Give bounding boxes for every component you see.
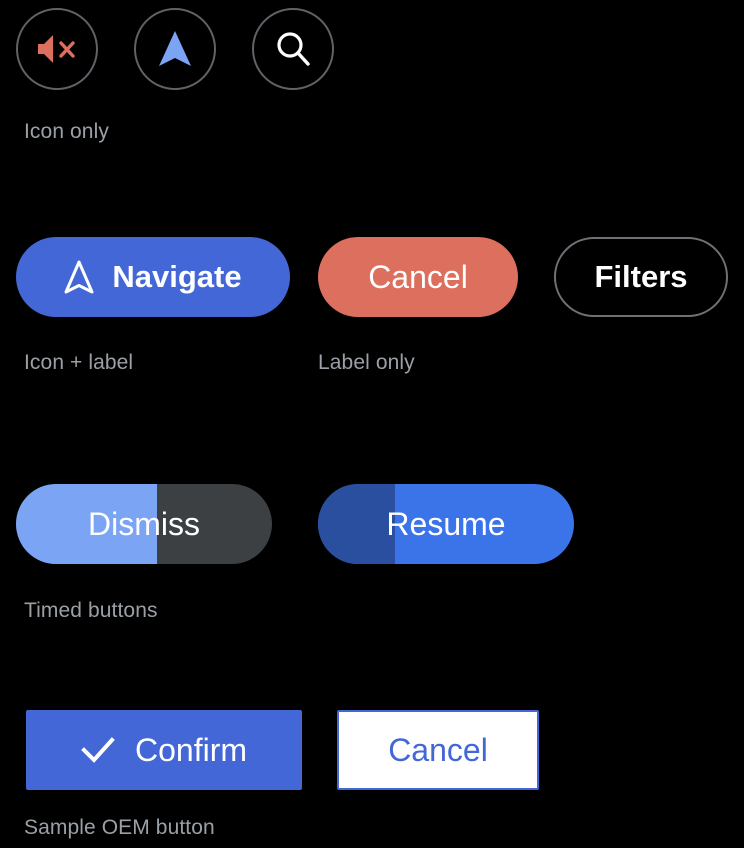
icon-button-navigate[interactable] xyxy=(134,8,216,90)
resume-timed-button[interactable]: Resume xyxy=(318,484,574,564)
confirm-button-label: Confirm xyxy=(134,731,247,768)
oem-cancel-button[interactable]: Cancel xyxy=(337,710,539,790)
navigation-arrow-icon xyxy=(157,29,193,69)
section-label-timed-buttons: Timed buttons xyxy=(24,599,158,622)
cancel-pill-button[interactable]: Cancel xyxy=(318,237,518,317)
dismiss-button-label: Dismiss xyxy=(88,505,200,542)
navigate-button-label: Navigate xyxy=(112,259,242,294)
oem-cancel-button-label: Cancel xyxy=(388,731,488,768)
volume-mute-icon xyxy=(35,32,79,66)
filters-button-label: Filters xyxy=(594,259,688,294)
dismiss-timed-button[interactable]: Dismiss xyxy=(16,484,272,564)
filters-button[interactable]: Filters xyxy=(554,237,728,317)
navigation-arrow-outline-icon xyxy=(64,259,94,295)
search-icon xyxy=(274,30,312,68)
section-label-icon-only: Icon only xyxy=(24,120,109,143)
section-label-label-only: Label only xyxy=(318,351,415,374)
cancel-pill-button-label: Cancel xyxy=(368,258,468,295)
check-icon xyxy=(81,736,115,764)
section-label-oem-button: Sample OEM button xyxy=(24,816,215,839)
resume-button-label: Resume xyxy=(386,505,506,542)
icon-button-mute[interactable] xyxy=(16,8,98,90)
icon-button-search[interactable] xyxy=(252,8,334,90)
navigate-button[interactable]: Navigate xyxy=(16,237,290,317)
confirm-button[interactable]: Confirm xyxy=(26,710,302,790)
section-label-icon-plus-label: Icon + label xyxy=(24,351,134,374)
